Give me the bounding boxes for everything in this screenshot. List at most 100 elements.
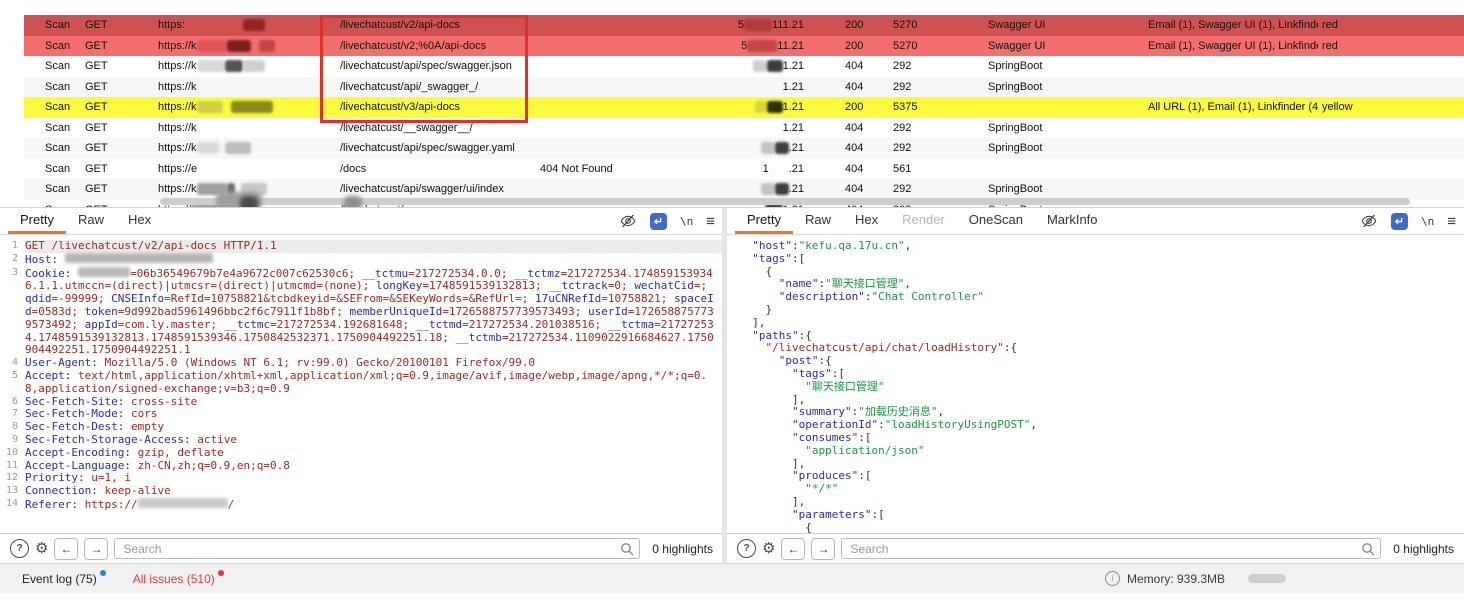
cell-status: 200 — [845, 36, 887, 57]
request-editor-icons: ↵ \n ≡ — [620, 208, 715, 234]
response-content: "host":"kefu.qa.17u.cn", "tags":[ { "nam… — [727, 235, 1464, 533]
cell-text: .21 — [789, 183, 804, 195]
redaction-blob — [197, 142, 219, 154]
tab-raw[interactable]: Raw — [66, 208, 116, 234]
search-input[interactable] — [841, 538, 1381, 559]
cell-scan: Scan — [45, 138, 83, 159]
cell-host: https://k — [158, 138, 336, 159]
cell-status: 200 — [845, 97, 887, 118]
gear-icon[interactable]: ⚙ — [35, 540, 48, 557]
tab-render[interactable]: Render — [890, 208, 957, 234]
redaction-blob — [243, 19, 265, 31]
code-gutter — [727, 483, 739, 496]
soft-wrap-icon[interactable]: ↵ — [1391, 213, 1408, 230]
tab-pretty[interactable]: Pretty — [735, 208, 793, 234]
redaction-blob — [775, 183, 789, 195]
tab-raw[interactable]: Raw — [793, 208, 843, 234]
cell-method: GET — [85, 36, 130, 57]
editor-menu-icon[interactable]: ≡ — [706, 213, 715, 230]
table-row[interactable]: ScanGEThttps://e/docs404 Not Found1.2140… — [24, 159, 1464, 181]
code-text: "聊天接口管理" — [739, 381, 1464, 394]
code-text: Connection: keep-alive — [25, 485, 723, 498]
cell-scan: Scan — [45, 15, 83, 36]
line-number: 12 — [0, 472, 25, 485]
code-line: 1GET /livechatcust/v2/api-docs HTTP/1.1 — [0, 240, 723, 253]
code-line: 13Connection: keep-alive — [0, 485, 723, 498]
newline-chars-icon[interactable]: \n — [680, 215, 693, 228]
tab-hex[interactable]: Hex — [116, 208, 163, 234]
soft-wrap-icon[interactable]: ↵ — [650, 213, 667, 230]
table-row[interactable]: ScanGEThttps://k/livechatcust/v2;%0A/api… — [24, 36, 1464, 58]
code-gutter — [727, 368, 739, 381]
redaction-blob — [761, 142, 775, 154]
line-number: 8 — [0, 421, 25, 434]
cell-length: 292 — [893, 118, 945, 139]
cell-scan: Scan — [45, 97, 83, 118]
memory-usage-bar — [1248, 574, 1286, 583]
cell-scan: Scan — [45, 200, 83, 208]
line-number: 5 — [0, 370, 25, 396]
cell-text: 1.21 — [783, 122, 804, 134]
event-log-button[interactable]: Event log (75) — [22, 572, 97, 586]
code-line: "tags":[ — [727, 253, 1464, 266]
cell-findings: All URL (1), Email (1), Linkfinder (4) — [1148, 97, 1318, 118]
search-input[interactable] — [114, 538, 640, 559]
table-row[interactable]: ScanGEThttps:/livechatcust/v2/api-docs51… — [24, 15, 1464, 37]
gear-icon[interactable]: ⚙ — [762, 540, 775, 557]
table-row[interactable]: ScanGEThttps://k/livechatcust/__swagger_… — [24, 118, 1464, 140]
code-text: { — [739, 522, 1464, 533]
code-line: 14Referer: https:/// — [0, 498, 723, 512]
visibility-off-icon[interactable] — [620, 213, 637, 230]
cell-text: https://k — [158, 81, 197, 93]
request-tabs: PrettyRawHex — [8, 208, 163, 234]
table-row[interactable]: ScanGEThttps://k/livechatcust/api/_swagg… — [24, 77, 1464, 99]
code-text: "application/json" — [739, 445, 1464, 458]
line-number: 4 — [0, 357, 25, 370]
editor-menu-icon[interactable]: ≡ — [1447, 213, 1456, 230]
tab-markinfo[interactable]: MarkInfo — [1035, 208, 1110, 234]
cell-ip: 1.21 — [686, 77, 804, 98]
cell-status: 404 — [845, 179, 887, 200]
code-text: "post":{ — [739, 355, 1464, 368]
cell-color-label — [1322, 138, 1382, 159]
cell-color-label: yellow — [1322, 97, 1382, 118]
cell-text: 1.21 — [783, 60, 804, 72]
cell-text: https://k — [158, 101, 197, 113]
table-row[interactable]: ScanGEThttps://k/livechatcust/api/spec/s… — [24, 56, 1464, 78]
newline-chars-icon[interactable]: \n — [1421, 215, 1434, 228]
code-text: "host":"kefu.qa.17u.cn", — [739, 240, 1464, 253]
next-match-button[interactable]: → — [84, 538, 108, 560]
all-issues-button[interactable]: All issues (510) — [133, 572, 215, 586]
redaction-blob — [761, 183, 775, 195]
code-line: "host":"kefu.qa.17u.cn", — [727, 240, 1464, 253]
help-icon[interactable]: ? — [737, 539, 756, 558]
request-tabbar: PrettyRawHex ↵ \n ≡ — [0, 208, 723, 235]
tab-onescan[interactable]: OneScan — [957, 208, 1035, 234]
cell-scan: Scan — [45, 36, 83, 57]
next-match-button[interactable]: → — [811, 538, 835, 560]
help-icon[interactable]: ? — [10, 539, 29, 558]
tab-hex[interactable]: Hex — [843, 208, 890, 234]
cell-color-label: red — [1322, 36, 1382, 57]
prev-match-button[interactable]: ← — [54, 538, 78, 560]
visibility-off-icon[interactable] — [1361, 213, 1378, 230]
cell-ip: .21 — [686, 179, 804, 200]
redaction-blob — [78, 267, 130, 277]
code-gutter — [727, 432, 739, 445]
response-searchbar: ? ⚙ ← → 0 highlights — [727, 533, 1464, 563]
code-gutter — [727, 342, 739, 355]
info-icon: i — [1105, 571, 1120, 586]
cell-method: GET — [85, 15, 130, 36]
code-gutter — [727, 394, 739, 407]
prev-match-button[interactable]: ← — [781, 538, 805, 560]
cell-note: 404 Not Found — [540, 159, 680, 180]
highlight-count: 0 highlights — [1387, 542, 1454, 556]
redaction-blob — [767, 101, 783, 113]
cell-findings — [1148, 77, 1318, 98]
tab-pretty[interactable]: Pretty — [8, 208, 66, 234]
table-row[interactable]: ScanGEThttps://k/livechatcust/v3/api-doc… — [24, 97, 1464, 119]
redaction-blob — [747, 40, 777, 52]
table-row[interactable]: ScanGEThttps://k/livechatcust/api/spec/s… — [24, 138, 1464, 160]
code-line: "*/*" — [727, 483, 1464, 496]
cell-host: https://k — [158, 56, 336, 77]
